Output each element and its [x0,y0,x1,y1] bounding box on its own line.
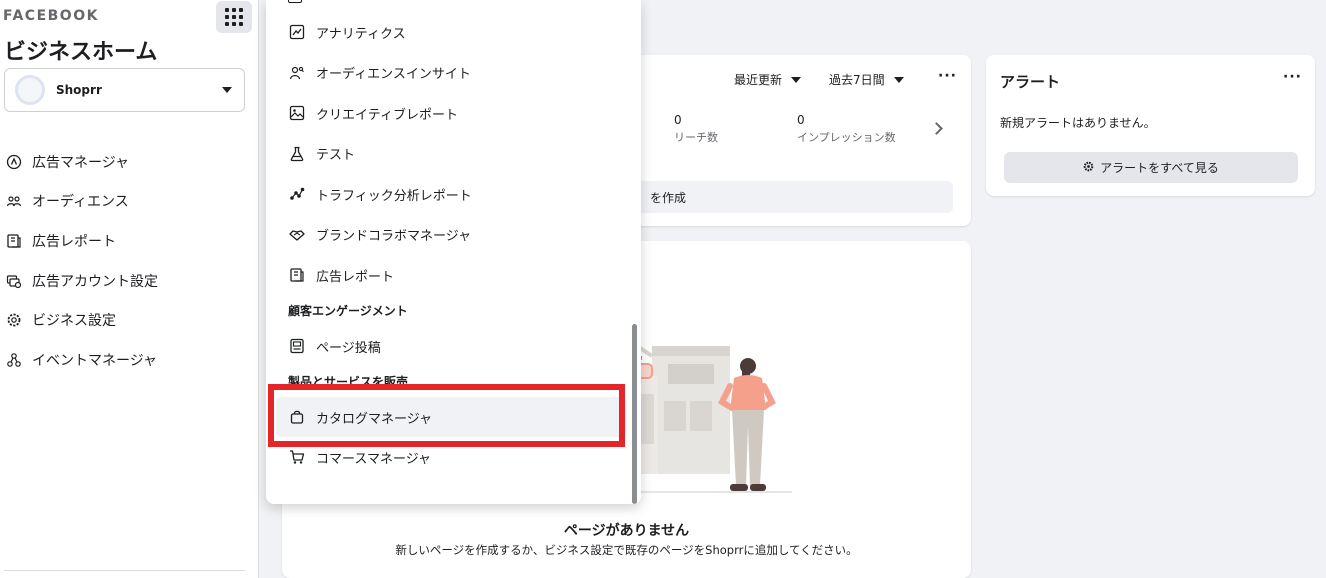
grid-icon [225,8,243,26]
sidebar-item-label: 広告レポート [32,233,116,250]
menu-item-traffic-analysis[interactable]: トラフィック分析レポート [276,174,626,214]
sidebar-nav: 広告マネージャ オーディエンス 広告レポート 広告アカウント設定 ビジネス設定 [0,142,259,380]
menu-item-brand-collabs-manager[interactable]: ブランドコラボマネージャ [276,215,626,255]
impressions-value: 0 [797,113,805,127]
caret-down-icon [222,87,232,93]
audience-icon [6,193,22,209]
cart-icon [288,448,306,466]
menu-item-label: ページ投稿 [316,340,381,356]
view-all-alerts-label: アラートをすべて見る [1100,161,1219,175]
account-name: Shoprr [56,83,102,97]
sidebar-item-events-manager[interactable]: イベントマネージャ [0,340,259,380]
reach-label: リーチ数 [674,131,718,144]
account-selector[interactable]: Shoprr [4,68,245,112]
menu-item-label: 広告レポート [316,269,395,285]
menu-item-analytics[interactable]: アナリティクス [276,12,626,52]
menu-item-label: クリエイティブレポート [316,107,458,123]
page-posts-icon [288,337,306,355]
partial-menu-icon [288,0,302,3]
more-options-icon[interactable]: ··· [1283,69,1302,85]
empty-pages-description: 新しいページを作成するか、ビジネス設定で既存のページをShoprrに追加してくだ… [395,543,858,557]
menu-item-label: オーディエンスインサイト [316,67,471,82]
sidebar-item-label: 広告アカウント設定 [32,273,158,290]
menu-item-label: アナリティクス [316,26,406,42]
sidebar-item-ads-report[interactable]: 広告レポート [0,221,259,261]
menu-item-label: トラフィック分析レポート [316,188,472,204]
menu-item-page-posts[interactable]: ページ投稿 [276,326,626,366]
sidebar-item-business-settings[interactable]: ビジネス設定 [0,300,259,340]
highlight-box [268,384,625,447]
analytics-icon [288,23,306,41]
menu-item-audience-insights[interactable]: オーディエンスインサイト [276,53,626,93]
alerts-card: アラート ··· 新規アラートはありません。 アラートをすべて見る [986,55,1315,196]
sidebar-item-label: 広告マネージャ [32,154,130,171]
page-title: ビジネスホーム [4,40,158,65]
flask-icon [288,145,306,163]
menu-item-label: テスト [316,148,356,163]
gear-icon [1083,161,1094,175]
sidebar-item-label: ビジネス設定 [32,313,116,330]
audience-insights-icon [288,64,306,82]
ads-report-icon [288,266,306,284]
menu-scrollbar[interactable] [632,324,637,504]
avatar [15,75,45,105]
view-all-alerts-button[interactable]: アラートをすべて見る [1004,152,1298,183]
traffic-analysis-icon [288,185,306,203]
create-label: を作成 [650,190,687,205]
sidebar-item-audience[interactable]: オーディエンス [0,182,259,222]
ad-account-settings-icon [6,273,22,289]
period-filter-label: 過去7日間 [829,73,885,87]
brand-logo: FACEBOOK [3,8,99,24]
sidebar: FACEBOOK ビジネスホーム Shoprr 広告マネージャ オーディエンス [0,0,259,578]
creative-report-icon [288,104,306,122]
events-manager-icon [6,352,22,368]
alerts-empty-text: 新規アラートはありません。 [1000,116,1156,130]
handshake-icon [288,226,306,244]
empty-pages-title: ページがありません [563,523,690,539]
menu-section-engagement: 顧客エンゲージメント [288,304,408,318]
sidebar-divider [4,570,245,571]
menu-item-test[interactable]: テスト [276,134,626,174]
recent-filter-label: 最近更新 [734,73,783,87]
sidebar-item-ad-account-settings[interactable]: 広告アカウント設定 [0,261,259,301]
ads-manager-icon [6,154,22,170]
sidebar-item-label: オーディエンス [32,194,129,211]
period-filter-dropdown[interactable]: 過去7日間 [829,71,904,88]
caret-down-icon [791,76,802,83]
chevron-right-icon[interactable] [930,122,943,135]
menu-item-creative-report[interactable]: クリエイティブレポート [276,93,626,133]
more-options-icon[interactable]: ··· [938,68,957,84]
reach-value: 0 [674,113,682,127]
apps-menu-button[interactable] [216,1,252,33]
impressions-label: インプレッション数 [797,131,896,144]
sidebar-item-ads-manager[interactable]: 広告マネージャ [0,142,259,182]
menu-item-ads-report[interactable]: 広告レポート [276,255,626,295]
ads-report-icon [6,233,22,249]
sidebar-item-label: イベントマネージャ [32,352,158,369]
gear-icon [6,312,22,328]
alerts-title: アラート [1000,73,1061,91]
reach-metric: 0 リーチ数 [674,113,718,145]
menu-item-label: ブランドコラボマネージャ [316,229,472,244]
recent-filter-dropdown[interactable]: 最近更新 [734,71,802,88]
impressions-metric: 0 インプレッション数 [797,113,896,145]
menu-item-label: コマースマネージャ [316,451,432,467]
caret-down-icon [893,76,904,83]
